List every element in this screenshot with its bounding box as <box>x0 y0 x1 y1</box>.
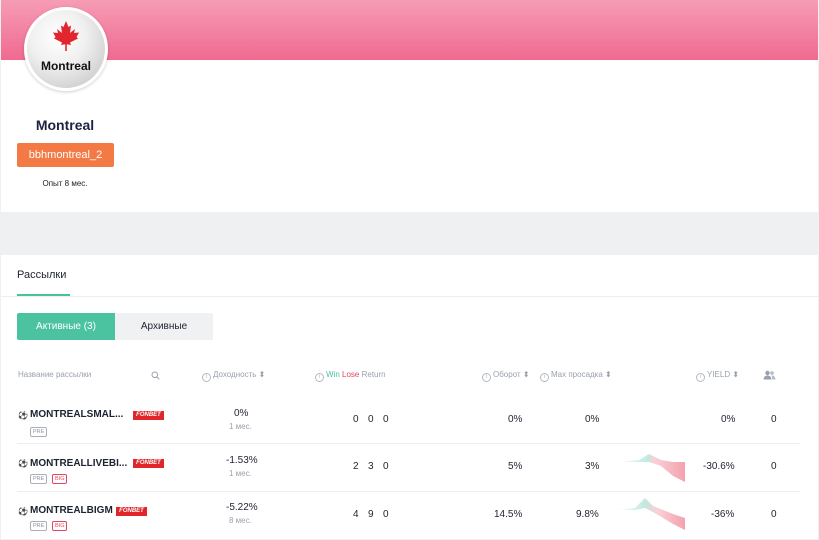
header-profit[interactable]: i Доходность ⬍ <box>202 370 265 382</box>
header-win: Win <box>326 370 340 379</box>
header-drawdown[interactable]: i Max просадка ⬍ <box>540 370 612 382</box>
soccer-ball-icon: ⚽ <box>18 507 28 516</box>
row-name[interactable]: MONTREALLIVEBI... <box>30 458 127 469</box>
info-icon[interactable]: i <box>540 373 549 382</box>
row-drawdown: 3% <box>585 461 600 472</box>
row-subscribers: 0 <box>771 414 777 425</box>
row-period: 1 мес. <box>229 422 252 431</box>
tag-pre: PRE <box>30 427 48 437</box>
header-lose: Lose <box>342 370 360 379</box>
row-yield: -30.6% <box>703 461 735 472</box>
sparkline <box>617 454 685 482</box>
profile-banner <box>1 0 818 60</box>
row-win: 0 <box>353 414 359 425</box>
row-lose: 0 <box>368 414 374 425</box>
row-period: 8 мес. <box>229 516 252 525</box>
bookmaker-badge: FONBET <box>133 411 164 420</box>
tab-archived[interactable]: Архивные <box>115 313 213 340</box>
bookmaker-badge: FONBET <box>133 459 164 468</box>
profile-name: Montreal <box>35 117 95 133</box>
header-win-lose-return[interactable]: i Win Lose Return <box>315 370 386 382</box>
row-name[interactable]: MONTREALBIGM <box>30 505 113 516</box>
header-turnover[interactable]: i Оборот ⬍ <box>482 370 530 382</box>
section-divider <box>1 296 818 297</box>
table-row[interactable]: ⚽ MONTREALLIVEBI... FONBET PRE BIG -1.53… <box>17 444 800 492</box>
sparkline <box>617 498 685 530</box>
row-period: 1 мес. <box>229 469 252 478</box>
table-row[interactable]: ⚽ MONTREALSMAL... FONBET PRE 0% 1 мес. 0… <box>17 396 800 444</box>
row-profit: 0% <box>234 408 249 419</box>
bookmaker-badge: FONBET <box>116 507 147 516</box>
header-profit-label: Доходность ⬍ <box>213 370 266 379</box>
header-drawdown-label: Max просадка ⬍ <box>551 370 612 379</box>
section-title[interactable]: Рассылки <box>17 269 66 281</box>
soccer-ball-icon: ⚽ <box>18 411 28 420</box>
username-badge[interactable]: bbhmontreal_2 <box>17 143 114 167</box>
row-turnover: 5% <box>508 461 523 472</box>
row-yield: -36% <box>711 509 735 520</box>
header-turnover-label: Оборот ⬍ <box>493 370 530 379</box>
info-icon[interactable]: i <box>315 373 324 382</box>
header-return: Return <box>361 370 386 379</box>
info-icon[interactable]: i <box>482 373 491 382</box>
tag-big: BIG <box>52 521 68 531</box>
header-yield-label: YIELD ⬍ <box>707 370 740 379</box>
row-return: 0 <box>383 414 389 425</box>
header-yield[interactable]: i YIELD ⬍ <box>696 370 739 382</box>
experience-text: Опыт 8 мес. <box>42 179 88 188</box>
row-turnover: 14.5% <box>494 509 523 520</box>
row-profit: -1.53% <box>226 455 258 466</box>
tag-big: BIG <box>52 474 68 484</box>
table-row[interactable]: ⚽ MONTREALBIGM FONBET PRE BIG -5.22% 8 м… <box>17 492 800 540</box>
info-icon[interactable]: i <box>202 373 211 382</box>
maple-leaf-logo <box>53 21 79 51</box>
row-name[interactable]: MONTREALSMAL... <box>30 409 123 420</box>
avatar[interactable]: Montreal <box>24 7 108 91</box>
row-drawdown: 9.8% <box>576 509 599 520</box>
users-icon <box>763 370 776 380</box>
row-lose: 9 <box>368 509 374 520</box>
tag-pre: PRE <box>30 474 48 484</box>
tag-pre: PRE <box>30 521 48 531</box>
header-name: Название рассылки <box>18 370 92 379</box>
profile-card <box>1 60 818 212</box>
row-subscribers: 0 <box>771 461 777 472</box>
row-profit: -5.22% <box>226 502 258 513</box>
row-win: 2 <box>353 461 359 472</box>
tab-active[interactable]: Активные (3) <box>17 313 115 340</box>
row-yield: 0% <box>721 414 736 425</box>
row-return: 0 <box>383 509 389 520</box>
info-icon[interactable]: i <box>696 373 705 382</box>
row-turnover: 0% <box>508 414 523 425</box>
row-return: 0 <box>383 461 389 472</box>
row-subscribers: 0 <box>771 509 777 520</box>
soccer-ball-icon: ⚽ <box>18 459 28 468</box>
search-icon[interactable] <box>151 371 160 380</box>
row-drawdown: 0% <box>585 414 600 425</box>
row-win: 4 <box>353 509 359 520</box>
avatar-logo-text: Montreal <box>40 59 91 73</box>
row-lose: 3 <box>368 461 374 472</box>
